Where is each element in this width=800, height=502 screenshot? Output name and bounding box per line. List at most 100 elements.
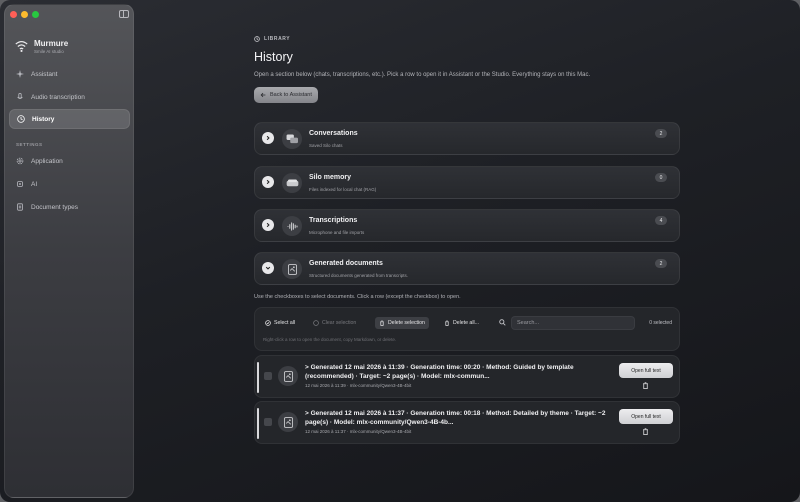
section-subtitle: Microphone and file imports bbox=[309, 230, 365, 235]
minimize-window-button[interactable] bbox=[21, 11, 28, 18]
app-subtitle: Smile AI studio bbox=[34, 49, 64, 54]
section-subtitle: Structured documents generated from tran… bbox=[309, 273, 409, 278]
count-badge: 2 bbox=[655, 129, 667, 138]
select-all-button[interactable]: Select all bbox=[261, 317, 299, 329]
zoom-window-button[interactable] bbox=[32, 11, 39, 18]
sidebar-item-label: History bbox=[32, 115, 55, 123]
close-window-button[interactable] bbox=[10, 11, 17, 18]
section-silo-memory[interactable]: Silo memory Files indexed for local chat… bbox=[254, 166, 680, 199]
clock-icon bbox=[17, 115, 25, 123]
main-content: LIBRARY History Open a section below (ch… bbox=[254, 36, 680, 444]
sidebar-item-audio-transcription[interactable]: Audio transcription bbox=[9, 87, 130, 107]
open-button-label: Open full text bbox=[631, 367, 661, 374]
sidebar-item-assistant[interactable]: Assistant bbox=[9, 64, 130, 84]
row-checkbox[interactable] bbox=[264, 418, 272, 426]
sidebar-item-label: Application bbox=[31, 157, 63, 165]
page-title: History bbox=[254, 50, 293, 64]
section-subtitle: Files indexed for local chat (RAG) bbox=[309, 187, 377, 192]
document-title: > Generated 12 mai 2026 à 11:37 · Genera… bbox=[305, 410, 606, 426]
chip-icon bbox=[16, 180, 24, 188]
document-meta: 12 mai 2026 à 11:37 · mlx-community/Qwen… bbox=[305, 429, 412, 434]
brand: Murmure Smile AI studio bbox=[15, 39, 68, 54]
sidebar-item-label: Audio transcription bbox=[31, 93, 85, 101]
section-title: Generated documents bbox=[309, 260, 383, 267]
trash-icon[interactable] bbox=[642, 428, 649, 435]
documents-toolbar: Select all Clear selection Delete select… bbox=[254, 307, 680, 351]
document-icon bbox=[16, 203, 24, 211]
search-input[interactable]: Search... bbox=[511, 316, 635, 330]
chevron-right-icon[interactable] bbox=[262, 132, 274, 144]
select-all-label: Select all bbox=[274, 320, 296, 326]
section-generated-documents[interactable]: Generated documents Structured documents… bbox=[254, 252, 680, 285]
row-accent bbox=[257, 362, 259, 393]
document-title: > Generated 12 mai 2026 à 11:39 · Genera… bbox=[305, 364, 574, 380]
clock-icon bbox=[254, 36, 260, 42]
document-icon bbox=[282, 259, 302, 279]
check-circle-icon bbox=[265, 320, 271, 326]
section-subtitle: Saved Silo chats bbox=[309, 143, 343, 148]
app-name: Murmure bbox=[34, 39, 69, 48]
sidebar-item-application[interactable]: Application bbox=[9, 151, 130, 171]
row-checkbox[interactable] bbox=[264, 372, 272, 380]
toolbar-hint: Right-click a row to open the document, … bbox=[263, 337, 397, 342]
search-placeholder: Search... bbox=[517, 320, 540, 326]
drive-icon bbox=[282, 173, 302, 193]
count-badge: 0 bbox=[655, 173, 667, 182]
delete-all-label: Delete all... bbox=[453, 320, 479, 326]
open-full-text-button[interactable]: Open full text bbox=[619, 409, 673, 424]
sidebar-item-label: Document types bbox=[31, 203, 78, 211]
document-row[interactable]: > Generated 12 mai 2026 à 11:39 · Genera… bbox=[254, 355, 680, 398]
open-full-text-button[interactable]: Open full text bbox=[619, 363, 673, 378]
clear-selection-button[interactable]: Clear selection bbox=[309, 317, 360, 329]
back-button-label: Back to Assistant bbox=[270, 91, 312, 98]
section-conversations[interactable]: Conversations Saved Silo chats 2 bbox=[254, 122, 680, 155]
document-icon bbox=[278, 412, 298, 432]
section-title: Conversations bbox=[309, 130, 358, 137]
arrow-left-icon bbox=[260, 92, 266, 97]
trash-icon bbox=[445, 320, 449, 326]
delete-selection-button[interactable]: Delete selection bbox=[375, 317, 429, 329]
settings-section-label: SETTINGS bbox=[16, 142, 43, 147]
circle-icon bbox=[313, 320, 319, 326]
document-icon bbox=[278, 366, 298, 386]
document-meta: 12 mai 2026 à 11:39 · mlx-community/Qwen… bbox=[305, 383, 412, 388]
breadcrumb: LIBRARY bbox=[254, 36, 680, 42]
sidebar: Murmure Smile AI studio Assistant Audio … bbox=[4, 4, 134, 498]
app-window: Murmure Smile AI studio Assistant Audio … bbox=[0, 0, 800, 502]
breadcrumb-label: LIBRARY bbox=[264, 36, 291, 42]
search-icon bbox=[499, 319, 506, 326]
sparkle-icon bbox=[16, 70, 24, 78]
count-badge: 4 bbox=[655, 216, 667, 225]
microphone-icon bbox=[16, 93, 24, 101]
trash-icon bbox=[380, 320, 384, 326]
chat-bubbles-icon bbox=[282, 129, 302, 149]
chevron-down-icon[interactable] bbox=[262, 262, 274, 274]
sidebar-item-ai[interactable]: AI bbox=[9, 174, 130, 194]
waveform-icon bbox=[282, 216, 302, 236]
sidebar-item-history[interactable]: History bbox=[9, 109, 130, 129]
selected-count: 0 selected bbox=[649, 320, 672, 326]
sidebar-toggle-icon[interactable] bbox=[119, 10, 129, 18]
window-controls bbox=[10, 11, 39, 18]
delete-all-button[interactable]: Delete all... bbox=[440, 317, 483, 329]
chevron-right-icon[interactable] bbox=[262, 219, 274, 231]
delete-selection-label: Delete selection bbox=[388, 320, 425, 326]
section-title: Silo memory bbox=[309, 174, 352, 181]
documents-hint: Use the checkboxes to select documents. … bbox=[254, 294, 461, 300]
row-accent bbox=[257, 408, 259, 439]
page-description: Open a section below (chats, transcripti… bbox=[254, 72, 591, 78]
section-transcriptions[interactable]: Transcriptions Microphone and file impor… bbox=[254, 209, 680, 242]
wifi-logo-icon bbox=[15, 40, 28, 53]
gear-icon bbox=[16, 157, 24, 165]
document-row[interactable]: > Generated 12 mai 2026 à 11:37 · Genera… bbox=[254, 401, 680, 444]
sidebar-item-label: AI bbox=[31, 180, 38, 188]
count-badge: 2 bbox=[655, 259, 667, 268]
sidebar-item-label: Assistant bbox=[31, 70, 58, 78]
clear-selection-label: Clear selection bbox=[322, 320, 357, 326]
trash-icon[interactable] bbox=[642, 382, 649, 389]
section-title: Transcriptions bbox=[309, 217, 358, 224]
chevron-right-icon[interactable] bbox=[262, 176, 274, 188]
sidebar-item-document-types[interactable]: Document types bbox=[9, 197, 130, 217]
back-to-assistant-button[interactable]: Back to Assistant bbox=[254, 86, 318, 103]
open-button-label: Open full text bbox=[631, 413, 661, 420]
